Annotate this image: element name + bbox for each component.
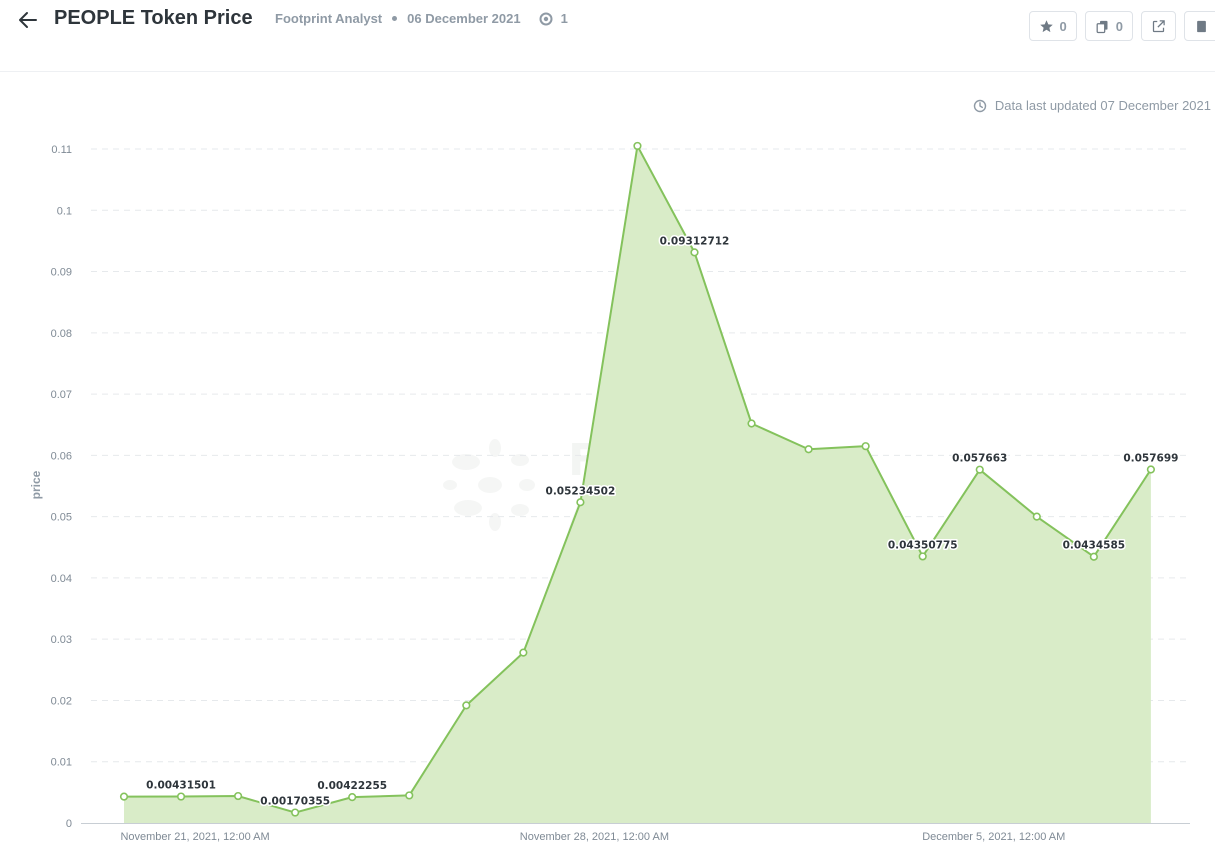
data-point[interactable]: [462, 701, 471, 710]
x-axis: November 21, 2021, 12:00 AM November 28, …: [81, 823, 1190, 843]
data-point[interactable]: [291, 808, 300, 817]
y-tick-label: 0.1: [57, 205, 72, 217]
price-area-chart: Footprint Analytics 00.010.020.030.040.0…: [29, 141, 1190, 843]
view-icon: [539, 12, 553, 26]
y-tick-label: 0.05: [51, 512, 72, 524]
data-updated-status: Data last updated 07 December 2021: [973, 98, 1211, 113]
x-tick-label: November 28, 2021, 12:00 AM: [520, 831, 669, 843]
y-tick-label: 0.04: [51, 573, 72, 585]
y-tick-label: 0.02: [51, 695, 72, 707]
y-tick-label: 0.07: [51, 389, 72, 401]
data-label: 0.00431501: [146, 780, 216, 792]
more-button[interactable]: [1184, 11, 1215, 41]
dashboard-meta: Footprint Analyst 06 December 2021 1: [275, 11, 568, 26]
data-point[interactable]: [861, 442, 870, 451]
data-point[interactable]: [918, 552, 927, 561]
document-icon: [1197, 20, 1206, 32]
y-tick-label: 0: [66, 818, 72, 830]
copy-button[interactable]: 0: [1084, 11, 1133, 41]
header: PEOPLE Token Price Footprint Analyst 06 …: [0, 0, 1215, 72]
data-label: 0.09312712: [660, 235, 730, 247]
y-axis: 0 0.01 0.02 0.03 0.04 0.05 0.06 0.07 0.08 0.09 0.1…: [51, 144, 72, 830]
data-point[interactable]: [405, 791, 414, 800]
clock-icon: [973, 99, 987, 112]
data-updated-text: Data last updated 07 December 2021: [994, 98, 1211, 113]
share-button[interactable]: [1141, 11, 1176, 41]
copy-count: 0: [1115, 18, 1123, 34]
data-label: 0.04350775: [888, 539, 958, 551]
series-area: [123, 144, 1152, 823]
favorite-button[interactable]: 0: [1028, 11, 1077, 41]
data-label: 0.00422255: [317, 780, 387, 792]
y-axis-title: price: [29, 470, 43, 499]
x-tick-label: November 21, 2021, 12:00 AM: [120, 831, 269, 843]
view-count: 1: [560, 11, 568, 26]
y-tick-label: 0.06: [51, 450, 72, 462]
data-point[interactable]: [1032, 512, 1041, 521]
y-tick-label: 0.03: [51, 634, 72, 646]
x-tick-label: December 5, 2021, 12:00 AM: [922, 831, 1065, 843]
star-icon: [1039, 19, 1053, 32]
data-point[interactable]: [975, 465, 984, 474]
data-point[interactable]: [119, 792, 129, 801]
data-point[interactable]: [176, 792, 186, 801]
page-title: PEOPLE Token Price: [54, 7, 253, 29]
data-point[interactable]: [1089, 552, 1098, 561]
y-tick-label: 0.11: [51, 144, 72, 156]
y-tick-label: 0.08: [51, 328, 72, 340]
publish-date: 06 December 2021: [407, 11, 521, 26]
data-point[interactable]: [690, 248, 699, 257]
data-label: 0.057663: [952, 453, 1007, 465]
data-point[interactable]: [1146, 465, 1155, 474]
favorite-count: 0: [1059, 18, 1067, 34]
data-point[interactable]: [633, 141, 642, 151]
y-tick-label: 0.01: [51, 757, 72, 769]
data-point[interactable]: [234, 791, 243, 801]
data-point[interactable]: [348, 793, 357, 802]
data-label: 0.0434585: [1063, 540, 1125, 552]
data-label: 0.057699: [1123, 452, 1178, 464]
author-name[interactable]: Footprint Analyst: [275, 11, 382, 26]
watermark-logo-icon: [443, 439, 535, 531]
data-point[interactable]: [747, 419, 756, 428]
back-arrow-icon[interactable]: [16, 8, 40, 32]
header-actions: 0 0: [1028, 11, 1215, 41]
data-point[interactable]: [576, 498, 585, 507]
data-label: 0.00170355: [260, 796, 330, 808]
data-point[interactable]: [519, 648, 528, 657]
external-link-icon: [1152, 19, 1165, 32]
data-point[interactable]: [804, 445, 813, 454]
data-label: 0.05234502: [546, 485, 616, 497]
copy-icon: [1096, 20, 1108, 33]
y-tick-label: 0.09: [51, 267, 72, 279]
separator-dot: [392, 16, 398, 21]
